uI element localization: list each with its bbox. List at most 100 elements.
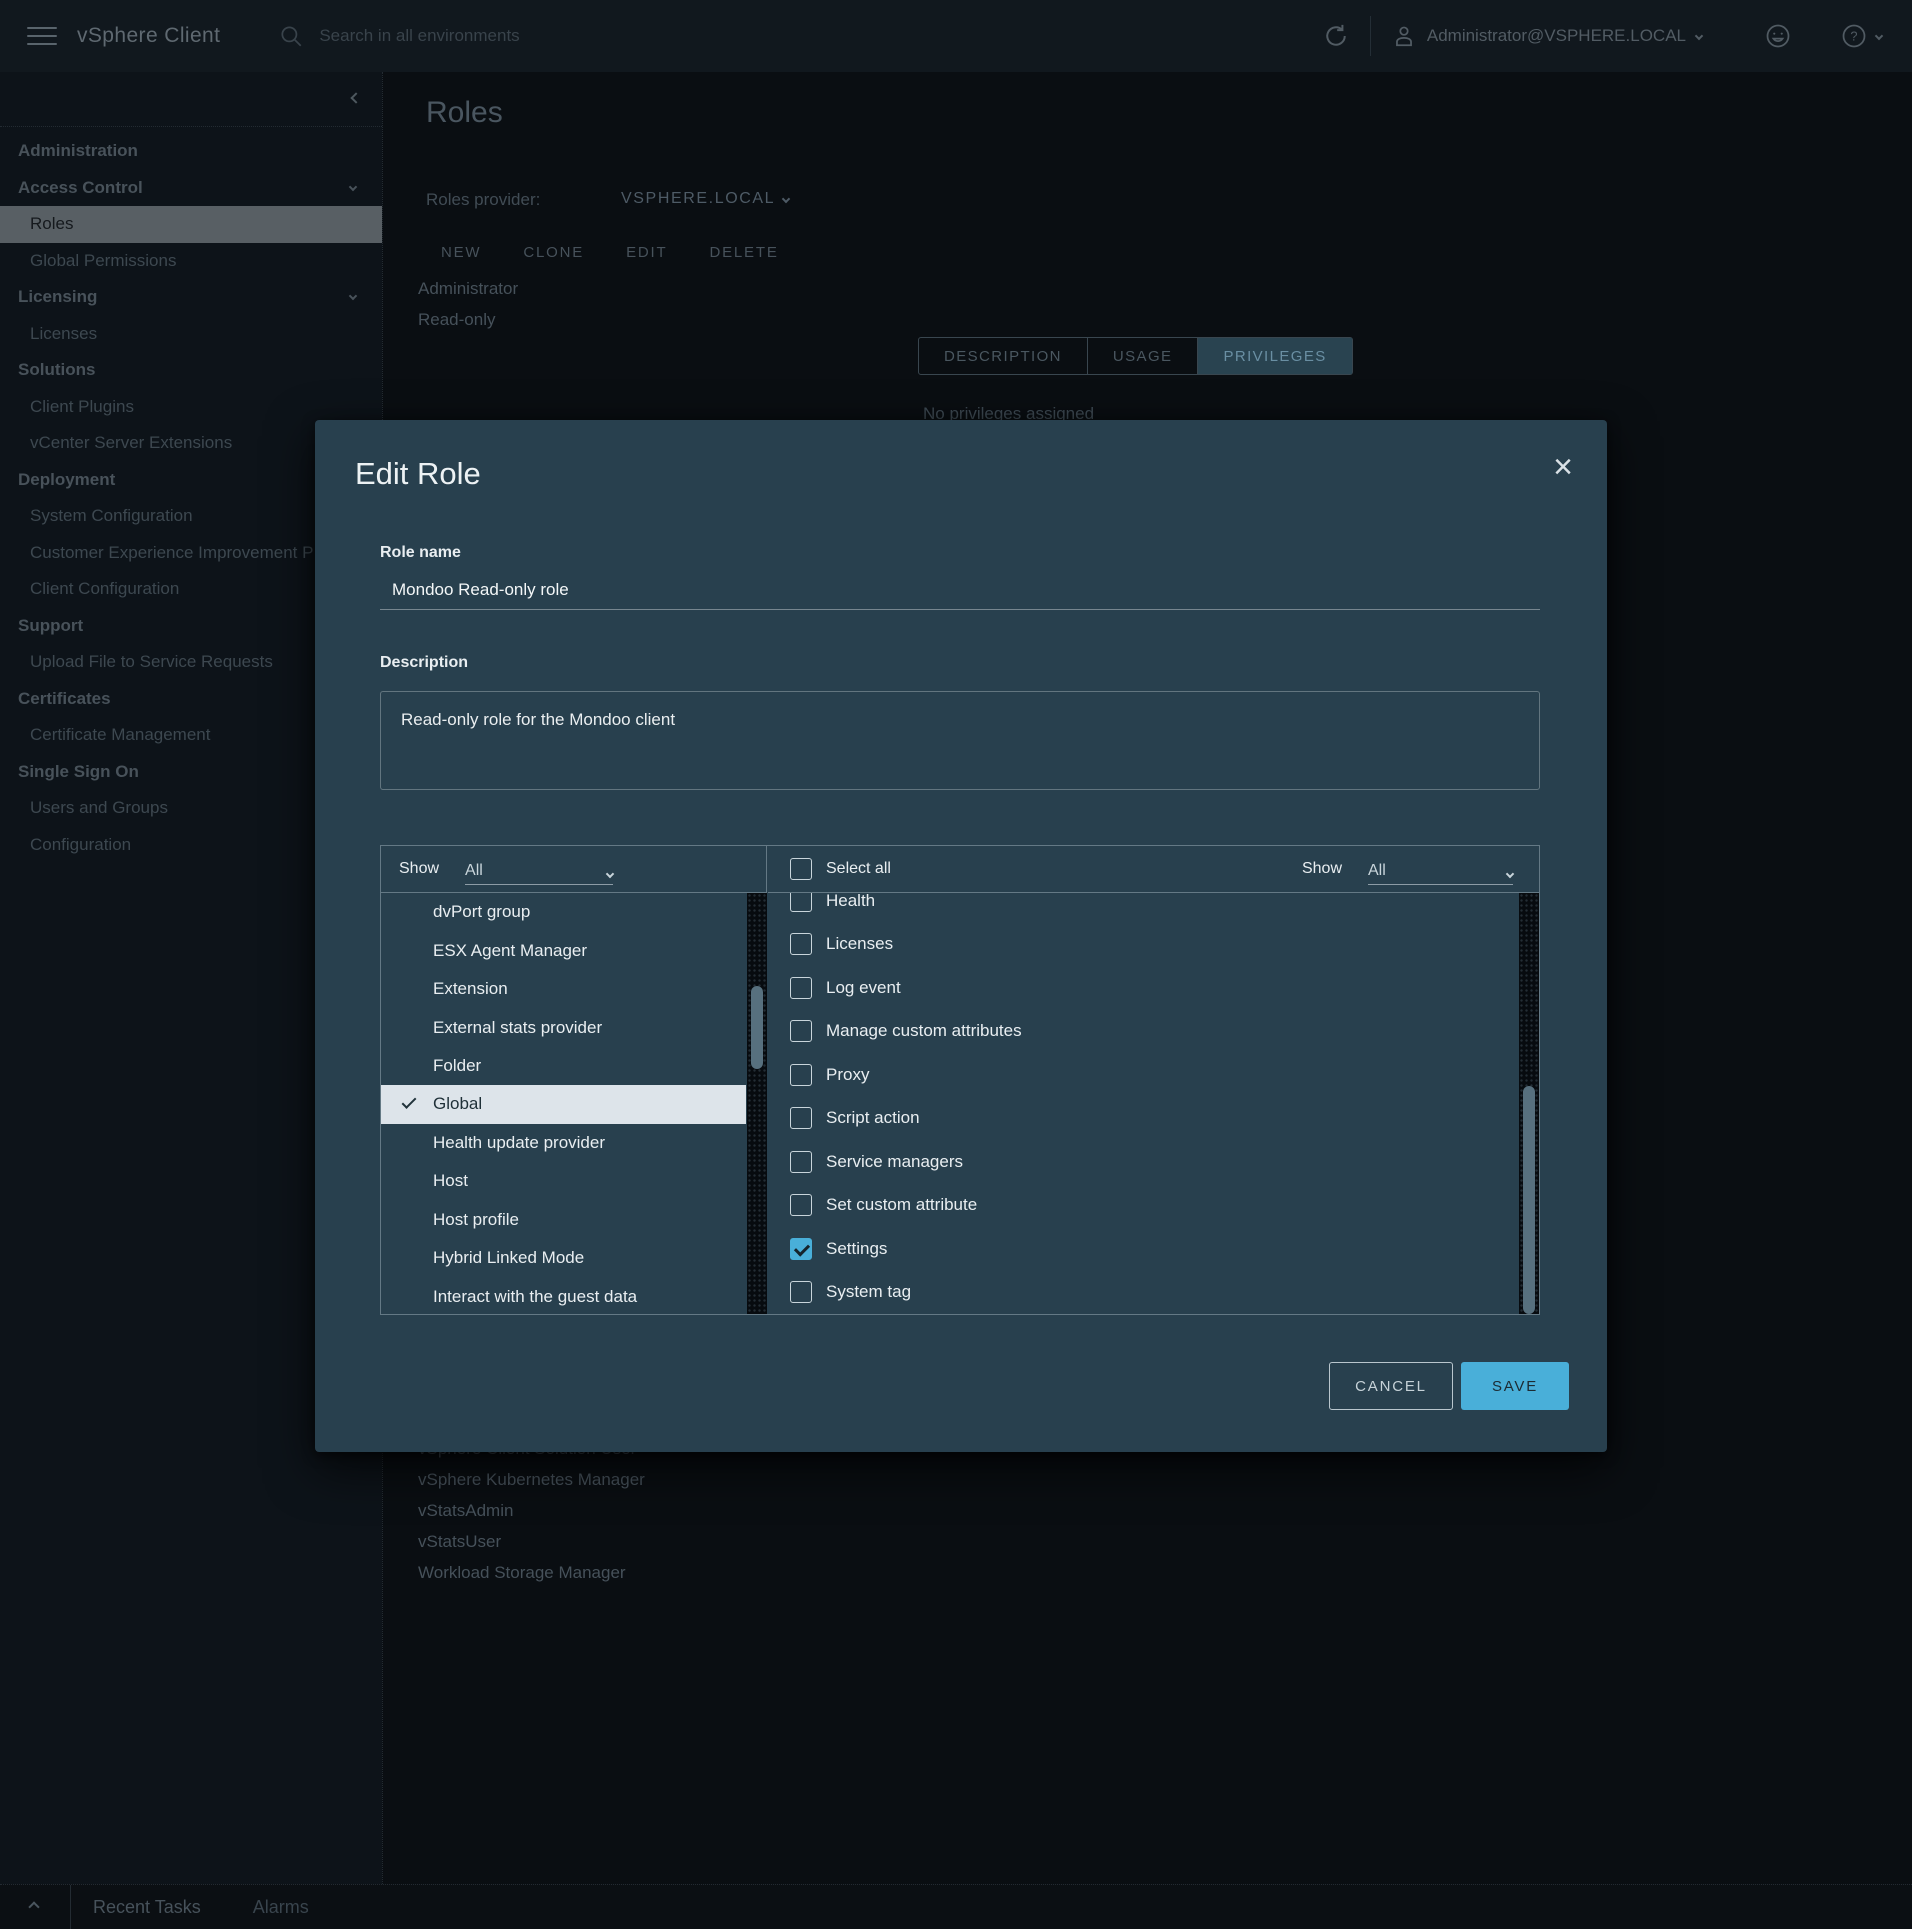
toolbar-button[interactable]: DELETE xyxy=(709,244,778,261)
category-row[interactable]: Host profile xyxy=(381,1201,746,1239)
roles-provider-dropdown[interactable]: VSPHERE.LOCAL xyxy=(621,190,789,208)
category-row[interactable]: Global xyxy=(381,1085,746,1123)
description-textarea[interactable]: Read-only role for the Mondoo client xyxy=(380,691,1540,790)
role-list-item[interactable]: vSphere Kubernetes Manager xyxy=(418,1464,645,1495)
privilege-checkbox[interactable] xyxy=(790,1281,812,1303)
category-row[interactable]: Interact with the guest data xyxy=(381,1277,746,1314)
chevron-down-icon xyxy=(349,292,357,300)
category-row[interactable]: dvPort group xyxy=(381,893,746,931)
category-row[interactable]: External stats provider xyxy=(381,1008,746,1046)
sidebar-item[interactable]: Licensing xyxy=(0,279,382,316)
role-list-item[interactable]: Read-only xyxy=(418,304,518,335)
sidebar-item[interactable]: Access Control xyxy=(0,170,382,207)
tab[interactable]: USAGE xyxy=(1087,338,1198,374)
privilege-checkbox[interactable] xyxy=(790,977,812,999)
privilege-row[interactable]: Manage custom attributes xyxy=(768,1010,1519,1054)
sidebar-item[interactable]: Administration xyxy=(0,133,382,170)
alarms-tab[interactable]: Alarms xyxy=(253,1897,309,1918)
privilege-checkbox[interactable] xyxy=(790,933,812,955)
feedback-smiley-icon[interactable] xyxy=(1764,22,1792,50)
privilege-row[interactable]: System tag xyxy=(768,1271,1519,1315)
role-list-item[interactable]: Administrator xyxy=(418,273,518,304)
chevron-up-icon[interactable] xyxy=(28,1901,39,1912)
sidebar-item-label: Single Sign On xyxy=(18,762,139,782)
save-button[interactable]: SAVE xyxy=(1461,1362,1569,1410)
user-menu-chevron-icon xyxy=(1695,32,1703,40)
privilege-row[interactable]: Log event xyxy=(768,966,1519,1010)
tab[interactable]: PRIVILEGES xyxy=(1197,338,1351,374)
categories-scrollbar[interactable] xyxy=(747,893,767,1314)
roles-toolbar: NEW CLONE EDIT DELETE xyxy=(441,244,779,261)
tab[interactable]: DESCRIPTION xyxy=(919,338,1087,374)
toolbar-button[interactable]: NEW xyxy=(441,244,481,261)
global-search xyxy=(278,23,749,49)
privilege-row[interactable]: Script action xyxy=(768,1097,1519,1141)
privilege-label: Script action xyxy=(826,1108,920,1128)
category-label: Folder xyxy=(433,1056,481,1076)
privilege-row[interactable]: Licenses xyxy=(768,923,1519,967)
sidebar-item-label: Users and Groups xyxy=(30,798,168,818)
help-icon[interactable]: ? xyxy=(1840,22,1868,50)
privilege-checkbox[interactable] xyxy=(790,1064,812,1086)
header-divider xyxy=(1370,16,1371,56)
category-row[interactable]: Hybrid Linked Mode xyxy=(381,1239,746,1277)
privilege-checkbox[interactable] xyxy=(790,1107,812,1129)
select-all-label: Select all xyxy=(826,860,891,878)
search-input[interactable] xyxy=(319,26,749,46)
role-list-item[interactable]: vStatsAdmin xyxy=(418,1495,645,1526)
toolbar-button[interactable]: EDIT xyxy=(626,244,667,261)
close-icon[interactable]: × xyxy=(1545,450,1581,486)
sidebar-item[interactable]: Solutions xyxy=(0,352,382,389)
page-title: Roles xyxy=(426,96,503,130)
privilege-row[interactable]: Set custom attribute xyxy=(768,1184,1519,1228)
privilege-row[interactable]: Settings xyxy=(768,1227,1519,1271)
sidebar-item-label: Configuration xyxy=(30,835,131,855)
privilege-label: Licenses xyxy=(826,934,893,954)
privilege-label: Log event xyxy=(826,978,901,998)
sidebar-item-label: Access Control xyxy=(18,178,143,198)
category-row[interactable]: Host xyxy=(381,1162,746,1200)
scrollbar-thumb[interactable] xyxy=(751,986,763,1069)
role-list-item[interactable]: vStatsUser xyxy=(418,1526,645,1557)
privilege-row[interactable]: Health xyxy=(768,893,1519,923)
select-all-checkbox[interactable] xyxy=(790,858,812,880)
category-row[interactable]: Health update provider xyxy=(381,1124,746,1162)
user-menu[interactable]: Administrator@VSPHERE.LOCAL xyxy=(1391,23,1702,49)
sidebar-item-label: Customer Experience Improvement P xyxy=(30,543,313,563)
cancel-button[interactable]: CANCEL xyxy=(1329,1362,1453,1410)
toolbar-button[interactable]: CLONE xyxy=(523,244,584,261)
show-label: Show xyxy=(399,860,439,878)
role-list-item[interactable]: Workload Storage Manager xyxy=(418,1557,645,1588)
categories-panel: Show All dvPort group xyxy=(381,846,767,1314)
sidebar-item[interactable]: Global Permissions xyxy=(0,243,382,280)
privilege-row[interactable]: Service managers xyxy=(768,1140,1519,1184)
privilege-checkbox[interactable] xyxy=(790,1020,812,1042)
checkmark-icon xyxy=(402,1094,417,1109)
provider-chevron-icon xyxy=(782,195,790,203)
sidebar-item-label: Global Permissions xyxy=(30,251,176,271)
sidebar-item[interactable]: Licenses xyxy=(0,316,382,353)
sidebar-collapse-icon[interactable] xyxy=(350,92,361,103)
privilege-row[interactable]: Proxy xyxy=(768,1053,1519,1097)
refresh-icon[interactable] xyxy=(1322,22,1350,50)
sidebar-item[interactable]: Roles xyxy=(0,206,382,243)
role-name-input[interactable] xyxy=(380,570,1540,610)
privilege-checkbox[interactable] xyxy=(790,1151,812,1173)
categories-show-value: All xyxy=(465,862,483,880)
recent-tasks-tab[interactable]: Recent Tasks xyxy=(93,1897,201,1918)
scrollbar-thumb[interactable] xyxy=(1523,1086,1535,1314)
privilege-label: Manage custom attributes xyxy=(826,1021,1022,1041)
privilege-checkbox[interactable] xyxy=(790,1238,812,1260)
category-row[interactable]: Folder xyxy=(381,1047,746,1085)
categories-show-dropdown[interactable]: All xyxy=(465,853,613,885)
category-row[interactable]: Extension xyxy=(381,970,746,1008)
privileges-show-dropdown[interactable]: All xyxy=(1368,853,1513,885)
category-row[interactable]: ESX Agent Manager xyxy=(381,931,746,969)
bottom-bar: Recent Tasks Alarms xyxy=(0,1884,1912,1929)
header-actions: Administrator@VSPHERE.LOCAL ? xyxy=(1322,16,1912,56)
privilege-checkbox[interactable] xyxy=(790,893,812,912)
privilege-checkbox[interactable] xyxy=(790,1194,812,1216)
privileges-scrollbar[interactable] xyxy=(1519,893,1539,1314)
sidebar-item-label: Support xyxy=(18,616,83,636)
hamburger-menu-icon[interactable] xyxy=(27,21,57,51)
